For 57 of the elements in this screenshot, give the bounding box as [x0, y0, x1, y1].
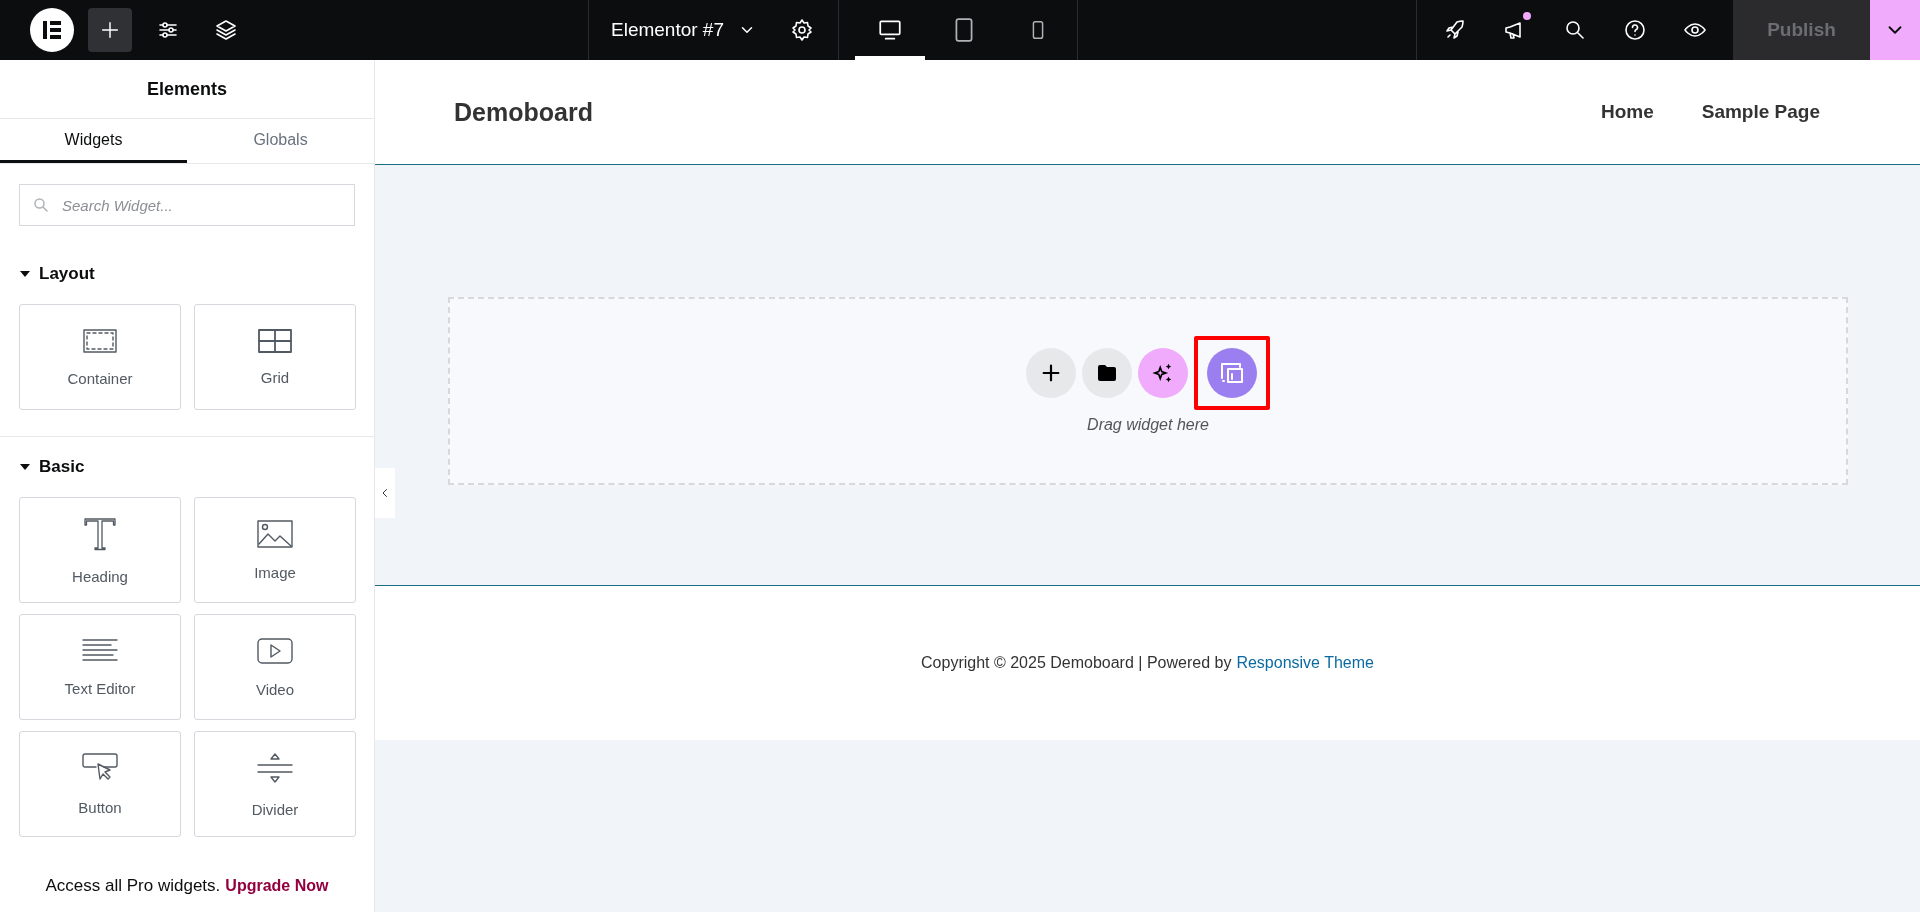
plus-icon	[99, 19, 121, 41]
add-section-button[interactable]	[1138, 348, 1188, 398]
widget-label: Grid	[260, 368, 290, 386]
widget-card[interactable]: Image	[194, 497, 356, 603]
letter-t-icon	[82, 515, 118, 552]
widget-label: Button	[78, 798, 122, 816]
paragraph-icon	[82, 637, 118, 664]
image-icon	[257, 519, 293, 548]
caret-icon	[19, 463, 31, 471]
drop-hint: Drag widget here	[1087, 416, 1209, 434]
add-section-button[interactable]	[1026, 348, 1076, 398]
plus-icon	[1040, 362, 1062, 384]
site-title: Demoboard	[454, 97, 594, 127]
layers-icon	[214, 18, 238, 42]
widget-label: Divider	[251, 800, 299, 818]
category-header[interactable]: Layout	[0, 256, 114, 292]
search-icon	[1563, 18, 1587, 42]
logo-mark-icon	[41, 19, 63, 41]
help-icon	[1623, 18, 1647, 42]
promo-text: Access all Pro widgets.	[45, 876, 221, 896]
elementor-logo[interactable]	[30, 8, 74, 52]
widget-card[interactable]: Divider	[194, 731, 356, 837]
sparkle-icon	[1152, 362, 1174, 384]
widget-card[interactable]: Container	[19, 304, 181, 410]
grid-icon	[258, 328, 292, 353]
add-element-button[interactable]	[88, 8, 132, 52]
widget-card[interactable]: Heading	[19, 497, 181, 603]
play-icon	[257, 636, 293, 665]
nav-link[interactable]: Sample Page	[1701, 101, 1820, 123]
panel-title: Elements	[0, 60, 374, 119]
add-section-button[interactable]	[1082, 348, 1132, 398]
widget-card[interactable]: Text Editor	[19, 614, 181, 720]
widget-card[interactable]: Grid	[194, 304, 356, 410]
rocket-icon	[1443, 18, 1467, 42]
caret-icon	[19, 270, 31, 278]
cursor-button-icon	[82, 752, 118, 783]
widget-card[interactable]: Button	[19, 731, 181, 837]
widget-label: Text Editor	[64, 679, 136, 697]
folder-icon	[1097, 364, 1117, 382]
container-icon	[82, 327, 118, 354]
panel-tab[interactable]: Widgets	[0, 119, 187, 163]
settings-icon	[790, 18, 814, 42]
widget-label: Image	[254, 563, 296, 581]
screens-icon	[1218, 360, 1246, 386]
category-header[interactable]: Basic	[0, 449, 104, 485]
nav-link[interactable]: Home	[1600, 101, 1654, 123]
search-icon	[32, 196, 50, 214]
widget-label: Container	[67, 369, 133, 387]
copyright-text: Copyright © 2025 Demoboard | Powered by	[921, 654, 1232, 672]
widget-label: Heading	[72, 567, 128, 585]
upgrade-link[interactable]: Upgrade Now	[225, 877, 329, 895]
widget-card[interactable]: Video	[194, 614, 356, 720]
widget-label: Video	[255, 680, 295, 698]
search-field[interactable]: Search Widget...	[19, 184, 355, 226]
panel-tab[interactable]: Globals	[187, 119, 374, 163]
document-title-button[interactable]: Elementor #7	[589, 19, 780, 41]
theme-link[interactable]: Responsive Theme	[1236, 654, 1374, 672]
